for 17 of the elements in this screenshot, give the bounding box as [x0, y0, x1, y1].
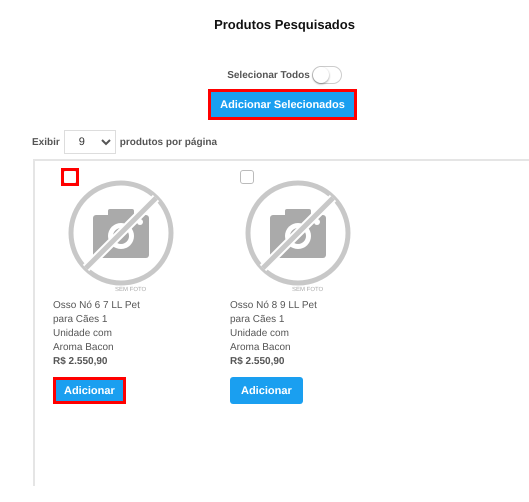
select-all-label: Selecionar Todos [227, 70, 310, 80]
per-page-select[interactable]: 9 [64, 130, 116, 154]
select-all-toggle[interactable] [312, 66, 342, 84]
product-name: Osso Nó 6 7 LL Pet para Cães 1 Unidade com Aroma Bacon [53, 299, 140, 355]
product-name: Osso Nó 8 9 LL Pet para Cães 1 Unidade com Aroma Bacon [230, 299, 317, 355]
add-button[interactable]: Adicionar [230, 377, 303, 404]
product-price: R$ 2.550,90 [230, 355, 286, 369]
no-photo-icon [68, 180, 174, 286]
chevron-down-icon [100, 138, 111, 146]
show-label: Exibir [32, 136, 60, 148]
product-price: R$ 2.550,90 [53, 355, 108, 369]
add-button[interactable]: Adicionar [53, 377, 126, 404]
add-selected-button[interactable]: Adicionar Selecionados [208, 89, 357, 120]
per-page-label: produtos por página [120, 136, 218, 148]
page-title: Produtos Pesquisados [213, 16, 356, 32]
no-photo-icon [245, 180, 351, 286]
checkbox[interactable] [240, 170, 254, 184]
